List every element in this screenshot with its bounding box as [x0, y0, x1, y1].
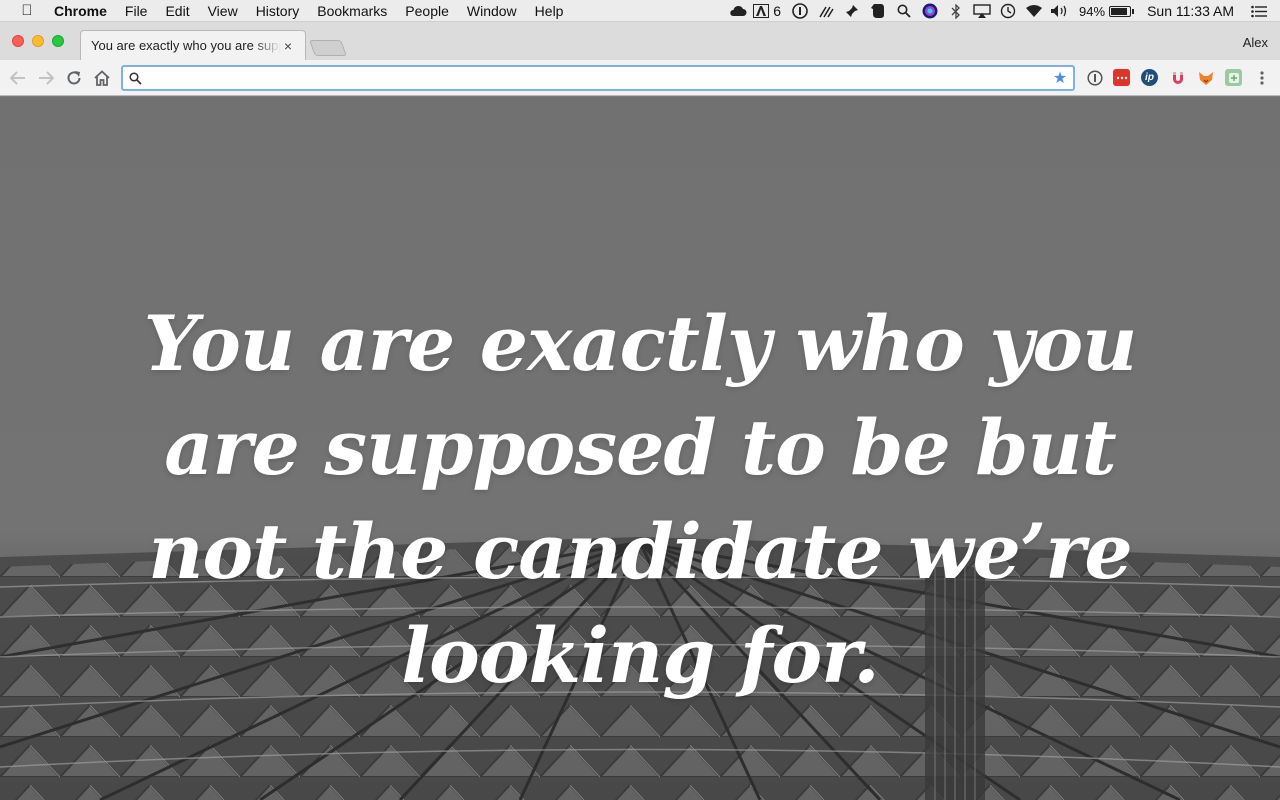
tab-title: You are exactly who you are supposed to … — [91, 38, 281, 53]
volume-icon[interactable] — [1047, 0, 1073, 22]
back-button[interactable] — [8, 68, 28, 88]
menu-edit[interactable]: Edit — [156, 3, 198, 19]
reload-button[interactable] — [64, 68, 84, 88]
menu-app-chrome[interactable]: Chrome — [54, 3, 116, 19]
hero-quote: You are exactly who you are supposed to … — [143, 299, 1138, 700]
back-arrow-icon — [10, 71, 25, 85]
evernote-icon[interactable] — [865, 0, 891, 22]
menu-window[interactable]: Window — [458, 3, 526, 19]
tab-strip: You are exactly who you are supposed to … — [0, 22, 1280, 60]
time-machine-icon[interactable] — [995, 0, 1021, 22]
todoist-extension-icon[interactable] — [1113, 69, 1130, 86]
magnet-extension-icon[interactable] — [1169, 69, 1186, 86]
evernote-clipper-extension-icon[interactable] — [1225, 69, 1242, 86]
pin-icon[interactable] — [839, 0, 865, 22]
menu-help[interactable]: Help — [526, 3, 573, 19]
menu-people[interactable]: People — [396, 3, 458, 19]
bluetooth-icon[interactable] — [943, 0, 969, 22]
bookmark-star-icon[interactable]: ★ — [1047, 68, 1073, 88]
browser-toolbar: ★ ip — [0, 60, 1280, 96]
kebab-menu-icon — [1260, 71, 1264, 85]
reload-icon — [67, 71, 81, 85]
chrome-menu-button[interactable] — [1252, 68, 1272, 88]
ip-extension-icon[interactable]: ip — [1141, 69, 1158, 86]
address-bar[interactable]: ★ — [121, 65, 1075, 91]
window-close-button[interactable] — [12, 35, 24, 47]
adobe-count: 6 — [773, 3, 782, 19]
window-maximize-button[interactable] — [52, 35, 64, 47]
tab-close-icon[interactable]: × — [281, 38, 295, 54]
stocks-icon[interactable] — [813, 0, 839, 22]
notification-center-icon[interactable] — [1246, 0, 1272, 22]
siri-icon[interactable] — [917, 0, 943, 22]
search-icon — [123, 71, 147, 85]
menu-bookmarks[interactable]: Bookmarks — [308, 3, 396, 19]
menu-history[interactable]: History — [247, 3, 309, 19]
airplay-icon[interactable] — [969, 0, 995, 22]
forward-button[interactable] — [36, 68, 56, 88]
menu-view[interactable]: View — [199, 3, 247, 19]
menu-bar:  Chrome File Edit View History Bookmark… — [0, 0, 1280, 22]
wifi-icon[interactable] — [1021, 0, 1047, 22]
battery-percent: 94% — [1079, 3, 1106, 19]
home-button[interactable] — [92, 68, 112, 88]
creative-cloud-icon[interactable] — [725, 0, 751, 22]
home-icon — [94, 70, 110, 86]
onepassword-extension-icon[interactable] — [1086, 69, 1103, 86]
status-menu-area: 6 94% Sun 11:33 AM — [725, 0, 1280, 22]
fox-extension-icon[interactable] — [1197, 69, 1214, 86]
page-content: You are exactly who you are supposed to … — [0, 97, 1280, 800]
onepassword-icon[interactable] — [787, 0, 813, 22]
battery-icon[interactable] — [1109, 5, 1135, 17]
window-minimize-button[interactable] — [32, 35, 44, 47]
address-input[interactable] — [147, 70, 1047, 86]
adobe-icon[interactable] — [751, 0, 771, 22]
apple-icon[interactable]:  — [0, 2, 54, 19]
profile-button[interactable]: Alex — [1243, 35, 1268, 50]
new-tab-button[interactable] — [309, 40, 347, 56]
clock[interactable]: Sun 11:33 AM — [1137, 3, 1246, 19]
tab-active[interactable]: You are exactly who you are supposed to … — [80, 30, 306, 60]
spotlight-search-icon[interactable] — [891, 0, 917, 22]
menu-file[interactable]: File — [116, 3, 157, 19]
forward-arrow-icon — [39, 71, 54, 85]
